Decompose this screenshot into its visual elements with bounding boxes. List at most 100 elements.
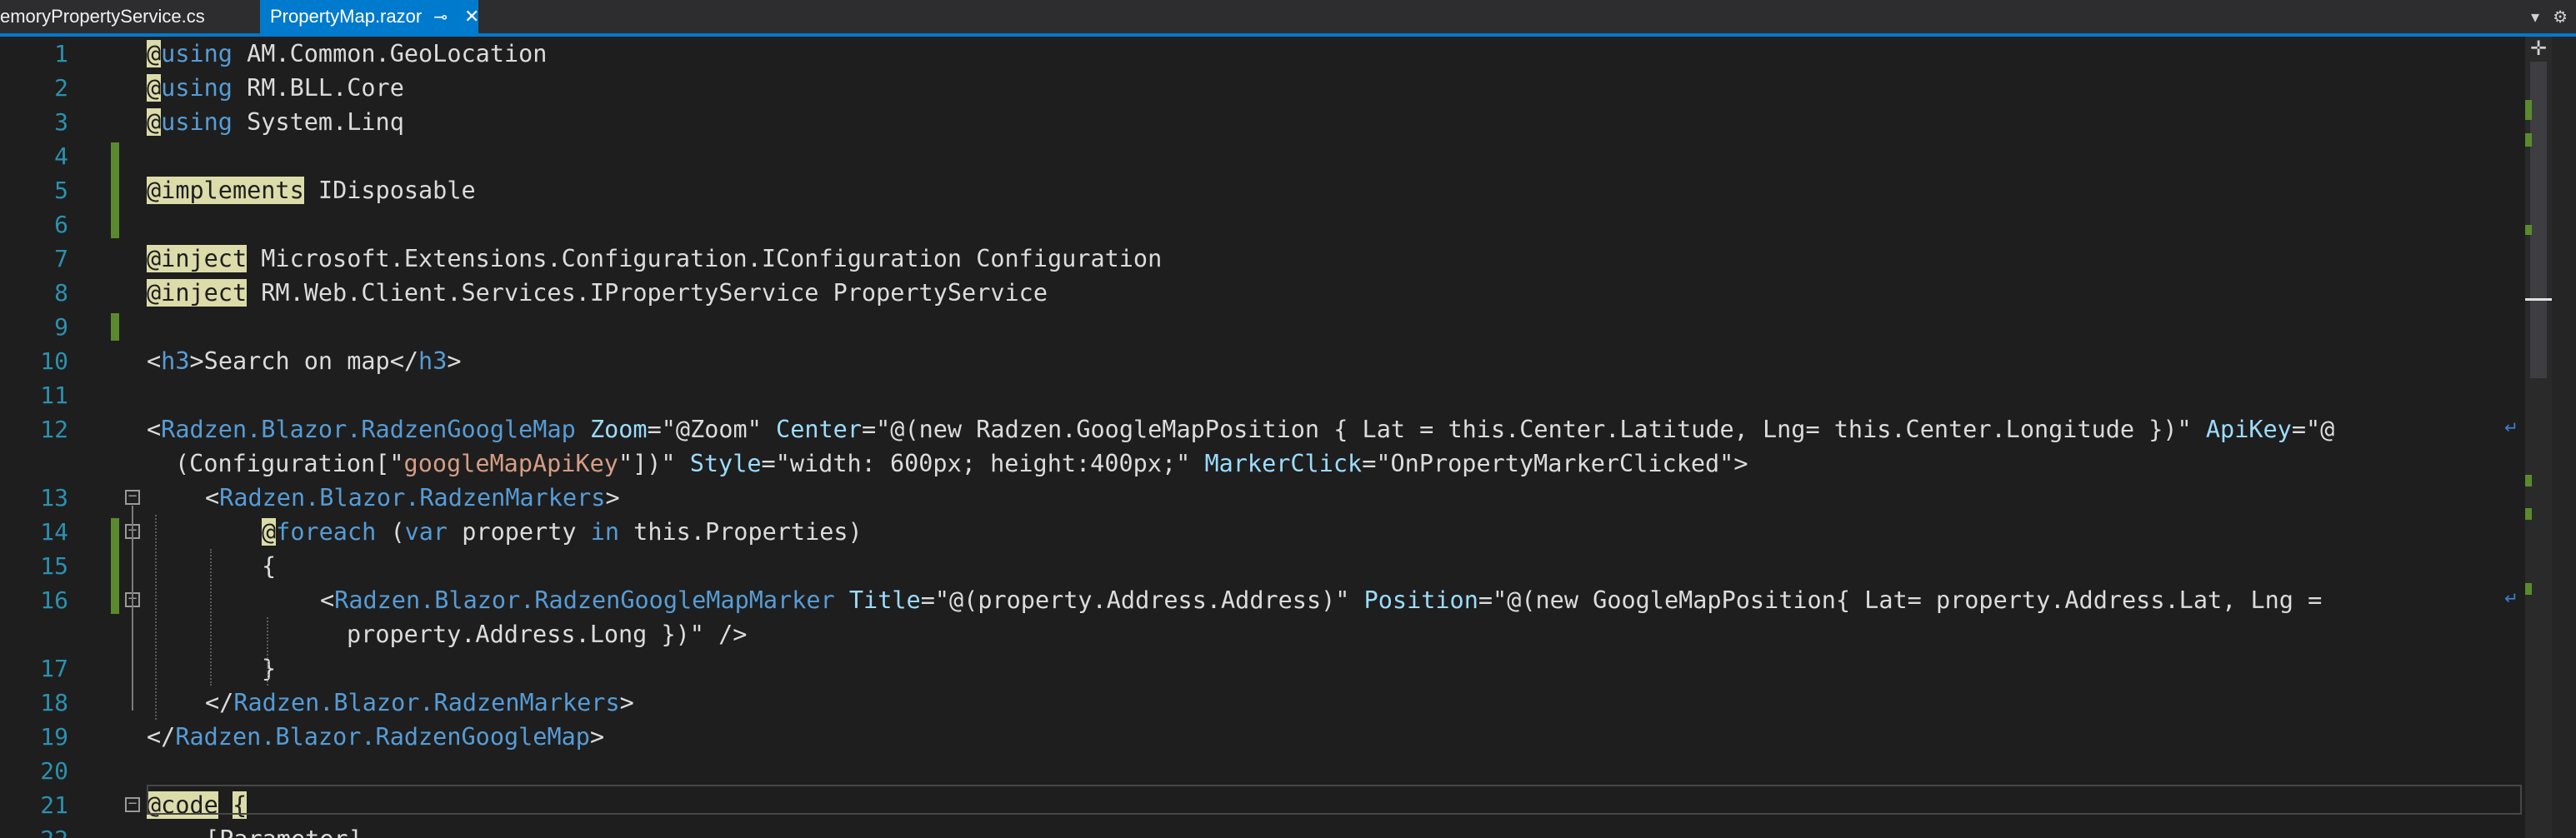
scrollbar-thumb[interactable] xyxy=(2530,62,2547,378)
code-token: < xyxy=(147,347,162,375)
code-token: Radzen.Blazor.RadzenMarkers xyxy=(233,689,620,716)
code-line[interactable]: 12 <Radzen.Blazor.RadzenGoogleMap Zoom="@… xyxy=(0,412,2525,446)
overview-change-mark xyxy=(2525,475,2532,486)
code-line[interactable]: 20 xyxy=(0,754,2525,788)
fold-collapse-icon[interactable]: − xyxy=(125,796,140,812)
code-line[interactable]: 14 @foreach (var property in this.Propert… xyxy=(0,515,2525,549)
code-line[interactable]: 6 xyxy=(0,207,2525,242)
fold-range-line xyxy=(132,506,133,711)
code-line[interactable]: 1 @using AM.Common.GeoLocation xyxy=(0,37,2525,71)
code-text: [Parameter] xyxy=(205,822,363,838)
code-line[interactable]: 16 <Radzen.Blazor.RadzenGoogleMapMarker T… xyxy=(0,583,2525,617)
code-token: @ xyxy=(262,518,277,546)
code-text: @using RM.BLL.Core xyxy=(147,71,404,105)
code-text: <Radzen.Blazor.RadzenMarkers> xyxy=(205,481,620,515)
code-text: @inject RM.Web.Client.Services.IProperty… xyxy=(147,276,1048,310)
close-icon[interactable]: ✕ xyxy=(464,6,479,27)
code-token: Center xyxy=(776,416,862,443)
code-token: < xyxy=(147,416,162,443)
code-text: <Radzen.Blazor.RadzenGoogleMap Zoom="@Zo… xyxy=(147,412,2334,446)
code-line[interactable]: 11 xyxy=(0,378,2525,412)
line-number: 9 xyxy=(54,313,68,341)
line-number: 13 xyxy=(40,484,68,511)
code-line[interactable]: (Configuration["googleMapApiKey"])" Styl… xyxy=(0,446,2525,481)
code-text: </Radzen.Blazor.RadzenGoogleMap> xyxy=(147,720,604,754)
tab-strip-controls: ▾ ⚙ xyxy=(2531,3,2576,30)
code-token: ApiKey xyxy=(2205,416,2292,443)
tab-list-dropdown-icon[interactable]: ▾ xyxy=(2531,7,2539,27)
code-token: { xyxy=(262,552,277,580)
tab-memory-property-service[interactable]: emoryPropertyService.cs xyxy=(0,0,258,33)
split-window-icon[interactable]: ✛ xyxy=(2527,37,2550,60)
indent-guide xyxy=(210,549,212,686)
change-indicator-bar xyxy=(111,518,119,614)
code-text: @implements IDisposable xyxy=(147,173,476,207)
line-number: 10 xyxy=(40,347,68,375)
code-token: >Search on map</ xyxy=(189,347,419,375)
settings-gear-icon[interactable]: ⚙ xyxy=(2553,7,2568,27)
change-indicator-bar xyxy=(111,142,119,238)
overview-change-mark xyxy=(2525,100,2532,120)
code-text: { xyxy=(262,549,276,583)
line-number: 21 xyxy=(40,791,68,819)
word-wrap-icon[interactable]: ↵ xyxy=(2504,588,2518,609)
code-token: property xyxy=(448,518,591,546)
tab-property-map-razor[interactable]: PropertyMap.razor ⊸ ✕ xyxy=(260,0,479,33)
code-text: @inject Microsoft.Extensions.Configurati… xyxy=(147,242,1162,276)
code-text: @using System.Linq xyxy=(147,105,404,139)
line-number: 12 xyxy=(40,416,68,443)
code-line[interactable]: 9 xyxy=(0,310,2525,344)
code-token: h3 xyxy=(161,347,190,375)
code-line[interactable]: 13 <Radzen.Blazor.RadzenMarkers> xyxy=(0,481,2525,515)
tab-label: emoryPropertyService.cs xyxy=(0,6,205,27)
line-number: 5 xyxy=(54,177,68,204)
code-line[interactable]: 8 @inject RM.Web.Client.Services.IPropert… xyxy=(0,276,2525,310)
code-line[interactable]: 3 @using System.Linq xyxy=(0,105,2525,139)
code-token: var xyxy=(404,518,448,546)
code-token: ="@(property.Address.Address)" xyxy=(920,586,1364,614)
code-token: in xyxy=(590,518,620,546)
code-token: ="@ xyxy=(2291,416,2335,443)
code-editor[interactable]: 1 @using AM.Common.GeoLocation 2 @using RM.… xyxy=(0,37,2576,838)
document-tab-strip: emoryPropertyService.cs PropertyMap.razo… xyxy=(0,0,2576,37)
code-text: } xyxy=(262,651,276,686)
line-number: 16 xyxy=(40,586,68,614)
side-panel-strip[interactable] xyxy=(2552,37,2576,838)
code-text: <Radzen.Blazor.RadzenGoogleMapMarker Tit… xyxy=(320,583,2322,617)
code-token: ="@(new GoogleMapPosition{ Lat= property… xyxy=(1478,586,2323,614)
code-line[interactable]: 7 @inject Microsoft.Extensions.Configurat… xyxy=(0,242,2525,276)
code-token: > xyxy=(605,484,620,511)
code-text: (Configuration["googleMapApiKey"])" Styl… xyxy=(175,446,1748,481)
code-token: @inject xyxy=(147,279,248,307)
code-token: h3 xyxy=(418,347,448,375)
line-number: 2 xyxy=(54,74,68,102)
code-line[interactable]: 15 { xyxy=(0,549,2525,583)
tab-label: PropertyMap.razor xyxy=(270,6,423,27)
code-token: ="OnPropertyMarkerClicked"> xyxy=(1362,450,1748,477)
pin-icon[interactable]: ⊸ xyxy=(433,7,448,27)
code-line[interactable]: 5 @implements IDisposable xyxy=(0,173,2525,207)
line-number: 4 xyxy=(54,142,68,170)
code-line[interactable]: property.Address.Long })" /> xyxy=(0,617,2525,651)
code-text: <h3>Search on map</h3> xyxy=(147,344,462,378)
code-line[interactable]: 2 @using RM.BLL.Core xyxy=(0,71,2525,105)
code-token: using xyxy=(161,40,233,67)
code-token: > xyxy=(447,347,462,375)
code-line[interactable]: 18 </Radzen.Blazor.RadzenMarkers> xyxy=(0,686,2525,720)
fold-collapse-icon[interactable]: − xyxy=(125,489,140,505)
code-token: [Parameter] xyxy=(205,826,363,838)
code-token: > xyxy=(589,723,605,751)
word-wrap-icon[interactable]: ↵ xyxy=(2504,417,2518,438)
code-line[interactable]: 10 <h3>Search on map</h3> xyxy=(0,344,2525,378)
code-line[interactable]: 17} xyxy=(0,651,2525,686)
line-number: 15 xyxy=(40,552,68,580)
code-line[interactable]: 4 xyxy=(0,139,2525,173)
code-token: ="@Zoom" xyxy=(647,416,777,443)
line-number: 8 xyxy=(54,279,68,307)
code-token: Style xyxy=(689,450,762,477)
code-line[interactable]: 22 [Parameter] xyxy=(0,822,2525,838)
code-line[interactable]: 19 </Radzen.Blazor.RadzenGoogleMap> xyxy=(0,720,2525,754)
code-token: @ xyxy=(147,108,162,136)
